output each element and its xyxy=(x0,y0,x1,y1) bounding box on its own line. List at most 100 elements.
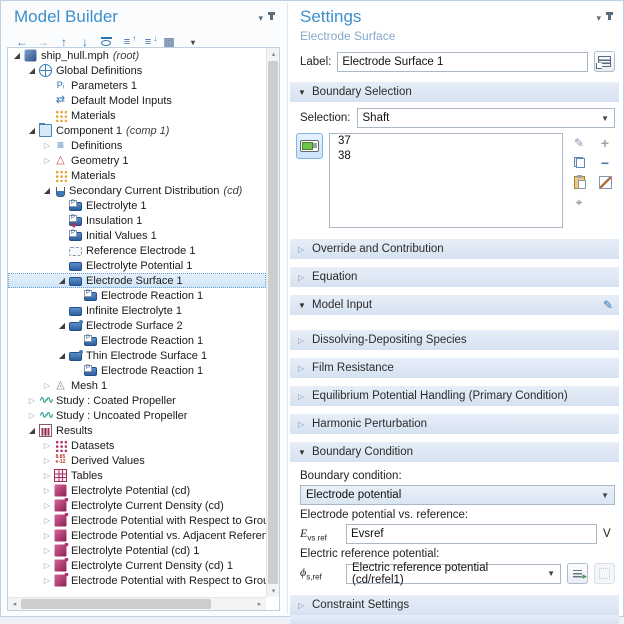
expand-icon[interactable]: ▷ xyxy=(26,396,38,405)
tree-item[interactable]: Insulation 1 xyxy=(8,213,266,228)
expand-icon[interactable]: ▷ xyxy=(41,456,53,465)
pin-icon[interactable] xyxy=(270,12,273,20)
tree-item[interactable]: ▷Electrolyte Current Density (cd) 1 xyxy=(8,558,266,573)
section-boundary-condition[interactable]: ▼ Boundary Condition xyxy=(290,442,619,462)
tree-item[interactable]: Reference Electrode 1 xyxy=(8,243,266,258)
tree-item[interactable]: ▷Electrode Potential with Respect to Gro… xyxy=(8,513,266,528)
tree-item[interactable]: Electrolyte Potential 1 xyxy=(8,258,266,273)
tree-item[interactable]: Materials xyxy=(8,108,266,123)
expand-icon[interactable]: ▷ xyxy=(41,486,53,495)
paste-selection-button[interactable] xyxy=(571,175,587,190)
section-boundary-selection[interactable]: ▼ Boundary Selection xyxy=(290,82,619,102)
tree-item[interactable]: ▷Electrode Potential vs. Adjacent Refere… xyxy=(8,528,266,543)
copy-selection-button[interactable] xyxy=(571,155,587,170)
vertical-scroll-thumb[interactable] xyxy=(268,61,278,584)
expand-icon[interactable]: ▷ xyxy=(41,501,53,510)
panel-menu-icon[interactable]: ▾ xyxy=(258,13,263,24)
expand-icon[interactable]: ▷ xyxy=(41,531,53,540)
scroll-right-icon[interactable]: ▸ xyxy=(253,598,266,610)
expand-icon[interactable]: ▷ xyxy=(41,561,53,570)
tree-item[interactable]: ▷Mesh 1 xyxy=(8,378,266,393)
collapse-icon[interactable]: ◢ xyxy=(41,186,53,195)
expand-icon[interactable]: ▷ xyxy=(41,156,53,165)
tree-item[interactable]: ◢Electrode Surface 2 xyxy=(8,318,266,333)
tree-item[interactable]: Electrode Reaction 1 xyxy=(8,288,266,303)
section-dissolving[interactable]: ▷ Dissolving-Depositing Species xyxy=(290,330,619,350)
tree-item[interactable]: ▷Geometry 1 xyxy=(8,153,266,168)
refpot-dropdown[interactable]: Electric reference potential (cd/refel1)… xyxy=(346,564,561,584)
expand-icon[interactable]: ▷ xyxy=(41,516,53,525)
tree-item[interactable]: ◢Global Definitions xyxy=(8,63,266,78)
collapse-icon[interactable]: ◢ xyxy=(56,321,68,330)
expand-icon[interactable]: ▷ xyxy=(41,381,53,390)
tree-item[interactable]: Infinite Electrolyte 1 xyxy=(8,303,266,318)
collapse-icon[interactable]: ◢ xyxy=(26,126,38,135)
tree-item[interactable]: Electrode Reaction 1 xyxy=(8,363,266,378)
settings-menu-icon[interactable]: ▾ xyxy=(596,13,601,24)
tree-item[interactable]: Materials xyxy=(8,168,266,183)
tree-item[interactable]: ◢Component 1(comp 1) xyxy=(8,123,266,138)
tree-item[interactable]: ▷Electrode Potential with Respect to Gro… xyxy=(8,573,266,588)
add-to-selection-button[interactable]: + xyxy=(597,135,613,150)
tree-item[interactable]: ▷Definitions xyxy=(8,138,266,153)
label-input[interactable] xyxy=(337,52,588,72)
tree-item[interactable]: Initial Values 1 xyxy=(8,228,266,243)
zoom-to-selection-button[interactable]: ⌖ xyxy=(571,195,587,210)
tree-item[interactable]: ◢Secondary Current Distribution(cd) xyxy=(8,183,266,198)
go-to-source-button[interactable] xyxy=(567,563,588,584)
edit-model-input-icon[interactable]: ✎ xyxy=(603,298,613,312)
tree-item[interactable]: ◢Electrode Surface 1 xyxy=(8,273,266,288)
tree-vertical-scrollbar[interactable]: ▴ ▾ xyxy=(266,48,279,597)
tree-item[interactable]: ▷Electrolyte Current Density (cd) xyxy=(8,498,266,513)
tree-item[interactable]: ▷Electrolyte Potential (cd) xyxy=(8,483,266,498)
tree-item[interactable]: Parameters 1 xyxy=(8,78,266,93)
tree-horizontal-scrollbar[interactable]: ◂ ▸ xyxy=(8,597,266,610)
collapse-icon[interactable]: ◢ xyxy=(56,276,68,285)
section-constraint-settings[interactable]: ▷ Constraint Settings xyxy=(290,595,619,615)
tree-item[interactable]: ▷Electrolyte Potential (cd) 1 xyxy=(8,543,266,558)
tree-item[interactable]: ▷Study : Coated Propeller xyxy=(8,393,266,408)
evsref-input[interactable] xyxy=(346,524,597,544)
expand-icon[interactable]: ▷ xyxy=(41,576,53,585)
selection-entity[interactable]: 38 xyxy=(330,149,562,164)
expand-icon[interactable]: ▷ xyxy=(41,441,53,450)
section-equation[interactable]: ▷ Equation xyxy=(290,267,619,287)
expand-icon[interactable]: ▷ xyxy=(41,471,53,480)
section-film-resistance[interactable]: ▷ Film Resistance xyxy=(290,358,619,378)
selection-entity[interactable]: 37 xyxy=(330,134,562,149)
expand-icon[interactable]: ▷ xyxy=(26,411,38,420)
section-override[interactable]: ▷ Override and Contribution xyxy=(290,239,619,259)
section-equilibrium[interactable]: ▷ Equilibrium Potential Handling (Primar… xyxy=(290,386,619,406)
tree-item[interactable]: Default Model Inputs xyxy=(8,93,266,108)
tree-item[interactable]: Electrode Reaction 1 xyxy=(8,333,266,348)
settings-pin-icon[interactable] xyxy=(608,12,611,20)
section-model-input[interactable]: ▼ Model Input ✎ xyxy=(290,295,619,315)
tree-item[interactable]: ◢Thin Electrode Surface 1 xyxy=(8,348,266,363)
tree-item[interactable]: ◢Results xyxy=(8,423,266,438)
create-selection-button[interactable]: ✎ xyxy=(571,135,587,150)
tree-item[interactable]: ◢ship_hull.mph(root) xyxy=(8,48,266,63)
tree-item[interactable]: ▷Datasets xyxy=(8,438,266,453)
expand-icon[interactable]: ▷ xyxy=(41,546,53,555)
collapse-icon[interactable]: ◢ xyxy=(56,351,68,360)
collapse-icon[interactable]: ◢ xyxy=(26,426,38,435)
clear-selection-button[interactable] xyxy=(597,175,613,190)
expand-icon[interactable]: ▷ xyxy=(41,141,53,150)
tree-item[interactable]: ▷Tables xyxy=(8,468,266,483)
section-harmonic[interactable]: ▷ Harmonic Perturbation xyxy=(290,414,619,434)
scroll-left-icon[interactable]: ◂ xyxy=(8,598,21,610)
active-toggle-button[interactable] xyxy=(296,133,323,159)
collapse-icon[interactable]: ◢ xyxy=(26,66,38,75)
remove-from-selection-button[interactable]: − xyxy=(597,155,613,170)
rename-button[interactable] xyxy=(594,51,615,72)
scroll-down-icon[interactable]: ▾ xyxy=(267,585,280,597)
tree-item[interactable]: ▷Study : Uncoated Propeller xyxy=(8,408,266,423)
tree-item[interactable]: Electrolyte 1 xyxy=(8,198,266,213)
selection-entity-list[interactable]: 3738 xyxy=(329,133,563,228)
boundary-condition-dropdown[interactable]: Electrode potential ▼ xyxy=(300,485,615,505)
tree-item[interactable]: ▷Derived Values xyxy=(8,453,266,468)
horizontal-scroll-thumb[interactable] xyxy=(21,599,211,609)
collapse-icon[interactable]: ◢ xyxy=(11,51,23,60)
selection-dropdown[interactable]: Shaft ▼ xyxy=(357,108,615,128)
scroll-up-icon[interactable]: ▴ xyxy=(267,48,280,60)
